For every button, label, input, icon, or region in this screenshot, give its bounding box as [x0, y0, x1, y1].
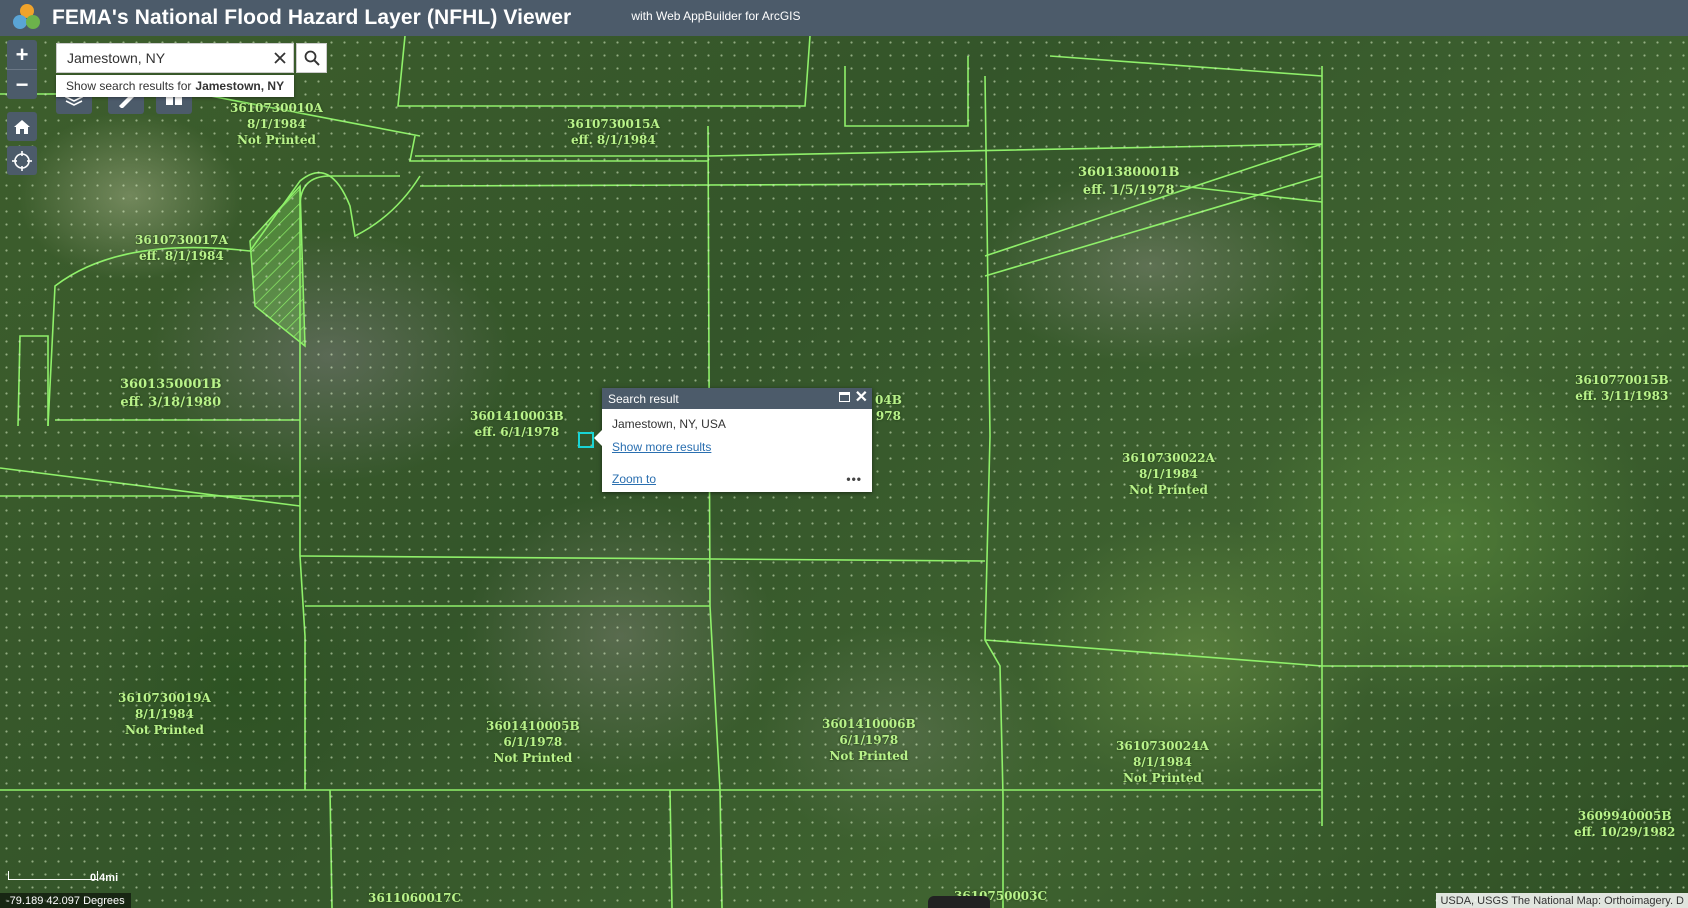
- map-nav-tab[interactable]: [928, 896, 990, 908]
- search-box: [56, 43, 294, 73]
- map-attribution: USDA, USGS The National Map: Orthoimager…: [1436, 893, 1688, 908]
- maximize-icon[interactable]: [839, 392, 850, 402]
- popup-header: Search result ✕: [602, 388, 872, 409]
- home-button[interactable]: [7, 112, 37, 141]
- scale-bar: [8, 871, 98, 880]
- panel-label[interactable]: 3610730024A 8/1/1984 Not Printed: [1116, 738, 1209, 786]
- zoom-out-button[interactable]: −: [7, 69, 37, 99]
- panel-label[interactable]: 3610730015A eff. 8/1/1984: [567, 116, 660, 148]
- panel-label[interactable]: 3610730022A 8/1/1984 Not Printed: [1122, 450, 1215, 498]
- app-logo-icon: [12, 3, 42, 33]
- search-input[interactable]: [57, 49, 269, 67]
- panel-label[interactable]: 3610730017A eff. 8/1/1984: [135, 232, 228, 264]
- app-subtitle: with Web AppBuilder for ArcGIS: [631, 9, 801, 23]
- search-result-marker[interactable]: [578, 432, 594, 448]
- panel-label[interactable]: 3601410005B 6/1/1978 Not Printed: [486, 718, 580, 766]
- popup-pointer: [594, 430, 602, 446]
- search-icon: [304, 50, 320, 66]
- search-button[interactable]: [296, 43, 327, 73]
- panel-label[interactable]: 3601380001B eff. 1/5/1978: [1078, 164, 1179, 200]
- show-more-results-link[interactable]: Show more results: [612, 440, 862, 454]
- locate-icon: [12, 150, 32, 171]
- panel-label-partial[interactable]: 04B 978: [875, 392, 902, 424]
- panel-label[interactable]: 3601410003B eff. 6/1/1978: [470, 408, 564, 440]
- popup-result-text: Jamestown, NY, USA: [612, 417, 726, 431]
- scale-label: 0.4mi: [90, 872, 119, 884]
- panel-label[interactable]: 3610730019A 8/1/1984 Not Printed: [118, 690, 211, 738]
- app-title: FEMA's National Flood Hazard Layer (NFHL…: [52, 6, 572, 29]
- zoom-to-link[interactable]: Zoom to: [612, 472, 656, 486]
- popup-title: Search result: [608, 391, 679, 406]
- zoom-in-button[interactable]: +: [7, 40, 37, 69]
- panel-label[interactable]: 3611060017C: [368, 890, 461, 906]
- close-icon: [274, 52, 286, 64]
- my-location-button[interactable]: [7, 146, 37, 175]
- clear-search-button[interactable]: [269, 47, 291, 69]
- close-popup-button[interactable]: ✕: [855, 390, 868, 406]
- search-suggestion[interactable]: Show search results for Jamestown, NY: [56, 75, 294, 97]
- panel-label[interactable]: 3610730010A 8/1/1984 Not Printed: [230, 100, 323, 148]
- app-header: FEMA's National Flood Hazard Layer (NFHL…: [0, 0, 1688, 36]
- zoom-control: + −: [7, 40, 37, 99]
- panel-label[interactable]: 3601350001B eff. 3/18/1980: [120, 376, 221, 412]
- coordinate-readout: -79.189 42.097 Degrees: [0, 893, 131, 908]
- search-result-popup: Search result ✕ Jamestown, NY, USA Show …: [594, 388, 872, 492]
- panel-label[interactable]: 3601410006B 6/1/1978 Not Printed: [822, 716, 916, 764]
- more-actions-button[interactable]: •••: [846, 472, 862, 486]
- home-icon: [14, 119, 30, 134]
- panel-label[interactable]: 3610770015B eff. 3/11/1983: [1575, 372, 1669, 404]
- panel-label[interactable]: 3609940005B eff. 10/29/1982: [1574, 808, 1675, 840]
